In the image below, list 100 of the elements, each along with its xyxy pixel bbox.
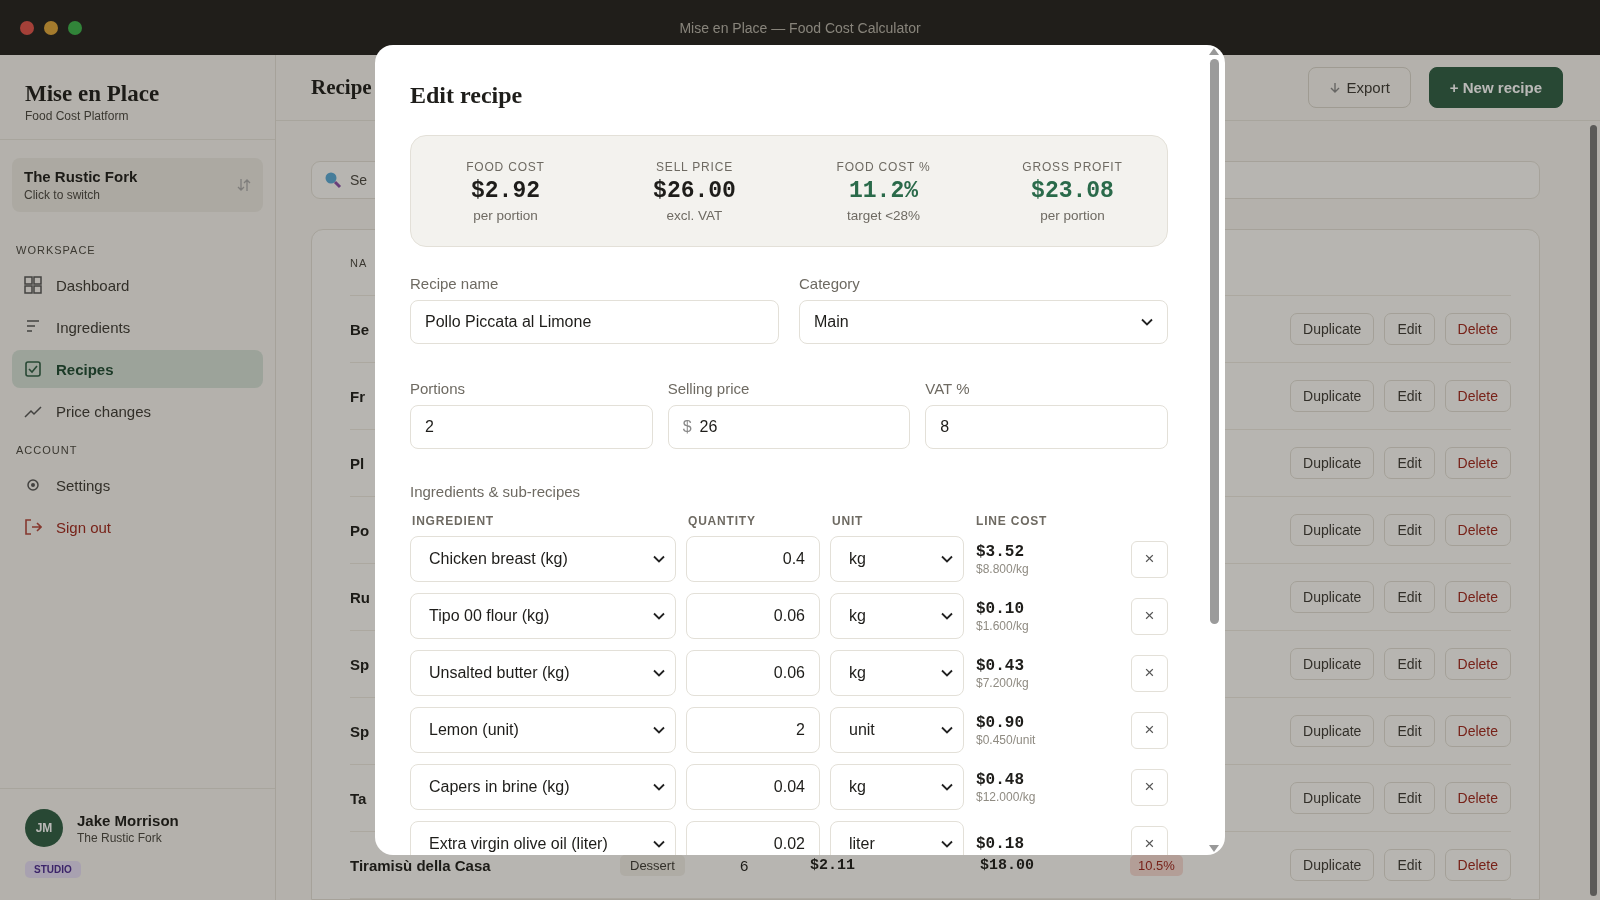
delete-button[interactable]: Delete xyxy=(1444,313,1511,345)
ingredient-select[interactable]: Unsalted butter (kg) xyxy=(410,650,676,696)
chevron-down-icon xyxy=(941,840,953,848)
remove-button[interactable]: × xyxy=(1131,711,1168,749)
sidebar-item[interactable]: Dashboard xyxy=(12,266,263,304)
quantity-field[interactable]: 0.04 xyxy=(686,764,820,810)
recipe-name: Ta xyxy=(350,789,367,807)
ingredient-select[interactable]: Tipo 00 flour (kg) xyxy=(410,593,676,639)
user-name: Jake Morrison xyxy=(77,811,179,829)
duplicate-button[interactable]: Duplicate xyxy=(1290,380,1375,412)
remove-button[interactable]: × xyxy=(1131,768,1168,806)
sidebar-item[interactable]: Sign out xyxy=(12,508,263,546)
unit-select[interactable]: liter xyxy=(830,821,964,855)
export-button[interactable]: Export xyxy=(1307,67,1411,108)
unit-cost: $8.800/kg xyxy=(976,561,1029,576)
edit-button[interactable]: Edit xyxy=(1384,514,1435,546)
line-cost: $0.10 xyxy=(976,599,1024,618)
duplicate-button[interactable]: Duplicate xyxy=(1290,581,1375,613)
stat-label: FOOD COST xyxy=(466,159,545,174)
user-venue: The Rustic Fork xyxy=(77,830,163,845)
stat-note: excl. VAT xyxy=(666,207,723,223)
duplicate-button[interactable]: Duplicate xyxy=(1290,782,1375,814)
stat-label: GROSS PROFIT xyxy=(1022,159,1123,174)
duplicate-button[interactable]: Duplicate xyxy=(1290,648,1375,680)
sidebar-item[interactable]: Price changes xyxy=(12,392,263,430)
new-recipe-button[interactable]: + New recipe xyxy=(1428,67,1563,108)
input-field[interactable]: 2 xyxy=(410,405,653,449)
recipe-name: Fr xyxy=(350,387,365,405)
recipe-name: Pl xyxy=(350,454,365,472)
delete-button[interactable]: Delete xyxy=(1444,715,1511,747)
scrollbar[interactable] xyxy=(1588,125,1598,896)
chevron-down-icon xyxy=(653,612,665,620)
delete-button[interactable]: Delete xyxy=(1444,782,1511,814)
unit-select[interactable]: kg xyxy=(830,650,964,696)
page-title: Recipe xyxy=(311,75,372,100)
delete-button[interactable]: Delete xyxy=(1444,380,1511,412)
remove-button[interactable]: × xyxy=(1131,654,1168,692)
delete-button[interactable]: Delete xyxy=(1444,849,1511,881)
edit-button[interactable]: Edit xyxy=(1384,849,1435,881)
stat-value: $23.08 xyxy=(1031,177,1114,204)
input-field[interactable]: 8 xyxy=(925,405,1168,449)
recipe-name: Ru xyxy=(350,588,370,606)
window-control-button[interactable] xyxy=(20,20,34,35)
settings-icon xyxy=(24,476,42,494)
sidebar-item[interactable]: Recipes xyxy=(12,350,263,388)
price-cell: $18.00 xyxy=(980,856,1034,874)
ingredient-select[interactable]: Extra virgin olive oil (liter) xyxy=(410,821,676,855)
window-control-button[interactable] xyxy=(68,20,82,35)
scroll-up-icon[interactable] xyxy=(1209,48,1219,55)
delete-button[interactable]: Delete xyxy=(1444,447,1511,479)
line-cost: $0.43 xyxy=(976,656,1024,675)
venue-switcher[interactable]: The Rustic Fork Click to switch xyxy=(12,158,263,212)
delete-button[interactable]: Delete xyxy=(1444,648,1511,680)
quantity-field[interactable]: 0.06 xyxy=(686,650,820,696)
chevron-down-icon xyxy=(941,726,953,734)
remove-button[interactable]: × xyxy=(1131,825,1168,855)
remove-button[interactable]: × xyxy=(1131,540,1168,578)
delete-button[interactable]: Delete xyxy=(1444,581,1511,613)
edit-button[interactable]: Edit xyxy=(1384,648,1435,680)
edit-button[interactable]: Edit xyxy=(1384,447,1435,479)
venue-hint: Click to switch xyxy=(24,188,101,202)
unit-select[interactable]: unit xyxy=(830,707,964,753)
window-control-button[interactable] xyxy=(44,20,58,35)
unit-select[interactable]: kg xyxy=(830,593,964,639)
input-field[interactable]: $ 26 xyxy=(667,405,911,449)
edit-button[interactable]: Edit xyxy=(1384,313,1435,345)
scroll-down-icon[interactable] xyxy=(1209,845,1219,852)
user-avatar: JM xyxy=(25,809,63,847)
stat-label: FOOD COST % xyxy=(836,159,931,174)
unit-select[interactable]: kg xyxy=(830,536,964,582)
quantity-field[interactable]: 0.02 xyxy=(686,821,820,855)
edit-button[interactable]: Edit xyxy=(1384,380,1435,412)
ingredient-select[interactable]: Lemon (unit) xyxy=(410,707,676,753)
unit-cost: $1.600/kg xyxy=(976,618,1029,633)
ingredient-select[interactable]: Chicken breast (kg) xyxy=(410,536,676,582)
duplicate-button[interactable]: Duplicate xyxy=(1290,447,1375,479)
chevron-down-icon xyxy=(653,783,665,791)
duplicate-button[interactable]: Duplicate xyxy=(1290,514,1375,546)
sidebar-item[interactable]: Settings xyxy=(12,466,263,504)
quantity-field[interactable]: 2 xyxy=(686,707,820,753)
unit-select[interactable]: kg xyxy=(830,764,964,810)
ingredient-select[interactable]: Capers in brine (kg) xyxy=(410,764,676,810)
delete-button[interactable]: Delete xyxy=(1444,514,1511,546)
edit-button[interactable]: Edit xyxy=(1384,715,1435,747)
remove-button[interactable]: × xyxy=(1131,597,1168,635)
stat-label: SELL PRICE xyxy=(656,159,733,174)
stat-note: per portion xyxy=(473,207,538,223)
duplicate-button[interactable]: Duplicate xyxy=(1290,313,1375,345)
input-field[interactable]: Pollo Piccata al Limone xyxy=(410,300,779,344)
stat-note: per portion xyxy=(1040,207,1105,223)
sidebar-item[interactable]: Ingredients xyxy=(12,308,263,346)
duplicate-button[interactable]: Duplicate xyxy=(1290,849,1375,881)
field-label: Portions xyxy=(410,380,466,397)
edit-button[interactable]: Edit xyxy=(1384,581,1435,613)
edit-button[interactable]: Edit xyxy=(1384,782,1435,814)
duplicate-button[interactable]: Duplicate xyxy=(1290,715,1375,747)
quantity-field[interactable]: 0.4 xyxy=(686,536,820,582)
stat-value: $2.92 xyxy=(471,177,540,204)
quantity-field[interactable]: 0.06 xyxy=(686,593,820,639)
category-select[interactable]: Main xyxy=(799,300,1168,344)
